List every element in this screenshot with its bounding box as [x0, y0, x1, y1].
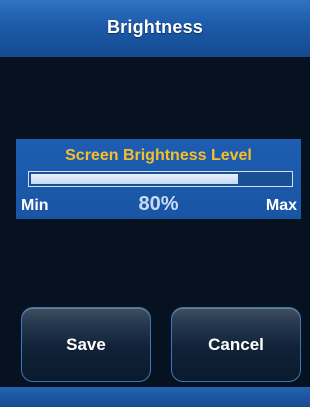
brightness-value: 80%: [138, 193, 179, 215]
brightness-slider-fill: [31, 174, 239, 184]
max-label: Max: [265, 197, 297, 214]
bottom-bar: [0, 387, 310, 407]
brightness-screen: Brightness Screen Brightness Level Min 8…: [0, 0, 310, 407]
title-bar: Brightness: [0, 0, 310, 57]
brightness-heading: Screen Brightness Level: [65, 147, 252, 164]
brightness-slider[interactable]: [28, 171, 293, 187]
page-title: Brightness: [106, 17, 204, 37]
save-button[interactable]: Save: [21, 307, 151, 382]
cancel-button[interactable]: Cancel: [171, 307, 301, 382]
brightness-panel: Screen Brightness Level Min 80% Max: [16, 139, 301, 219]
